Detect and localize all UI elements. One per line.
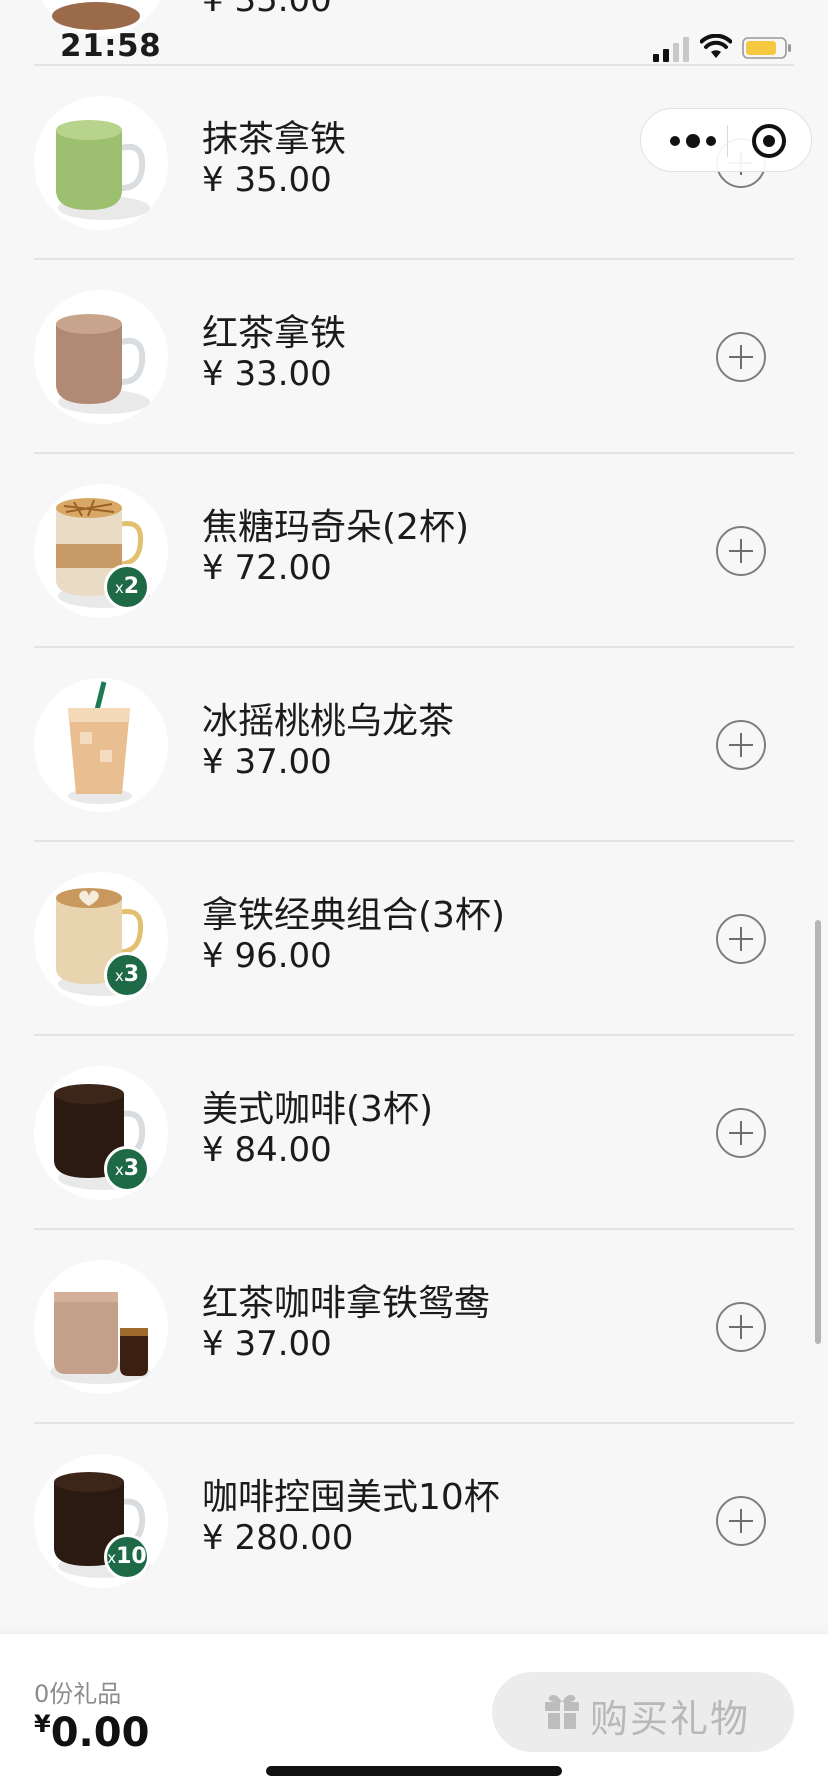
quantity-badge: x3: [104, 1146, 150, 1192]
wifi-icon: [700, 34, 732, 58]
screen: ¥ 35.00 21:58 抹茶拿铁 ¥ 35.00 红茶拿铁 ¥ 33.00 …: [0, 0, 828, 1792]
product-name: 拿铁经典组合(3杯): [202, 895, 505, 936]
product-item[interactable]: x3 拿铁经典组合(3杯) ¥ 96.00: [34, 840, 794, 1034]
product-price: ¥ 35.00: [202, 160, 332, 200]
product-name: 红茶咖啡拿铁鸳鸯: [202, 1283, 491, 1324]
americano-image: x3: [34, 1066, 168, 1200]
product-item[interactable]: x2 焦糖玛奇朵(2杯) ¥ 72.00: [34, 452, 794, 646]
product-name: 抹茶拿铁: [202, 119, 347, 160]
add-button[interactable]: [716, 332, 766, 382]
americano-10-image: x10: [34, 1454, 168, 1588]
tea-coffee-duo-image: [34, 1260, 168, 1394]
quantity-badge: x2: [104, 564, 150, 610]
status-bar: 21:58: [0, 0, 828, 64]
cellular-signal-icon: [653, 37, 689, 62]
gift-count: 0份礼品: [34, 1680, 122, 1708]
buy-gift-button[interactable]: 购买礼物: [492, 1672, 794, 1752]
home-indicator: [266, 1766, 562, 1776]
add-button[interactable]: [716, 1496, 766, 1546]
product-name: 美式咖啡(3杯): [202, 1089, 433, 1130]
product-price: ¥ 33.00: [202, 354, 332, 394]
caramel-macchiato-image: x2: [34, 484, 168, 618]
total-amount: 0.00: [50, 1710, 150, 1756]
battery-icon: [742, 37, 791, 59]
product-price: ¥ 37.00: [202, 742, 332, 782]
product-price: ¥ 96.00: [202, 936, 332, 976]
product-item[interactable]: 冰摇桃桃乌龙茶 ¥ 37.00: [34, 646, 794, 840]
quantity-badge: x10: [104, 1534, 150, 1580]
add-button[interactable]: [716, 1302, 766, 1352]
miniprogram-capsule: [640, 108, 812, 172]
more-icon[interactable]: [663, 121, 723, 161]
add-button[interactable]: [716, 1108, 766, 1158]
product-name: 冰摇桃桃乌龙茶: [202, 701, 455, 742]
product-name: 焦糖玛奇朵(2杯): [202, 507, 469, 548]
gift-icon: [545, 1694, 579, 1729]
buy-gift-label: 购买礼物: [590, 1697, 751, 1741]
iced-peach-oolong-image: [34, 678, 168, 812]
capsule-divider: [727, 125, 728, 157]
product-name: 咖啡控囤美式10杯: [202, 1477, 500, 1518]
add-button[interactable]: [716, 914, 766, 964]
product-item[interactable]: x3 美式咖啡(3杯) ¥ 84.00: [34, 1034, 794, 1228]
product-item[interactable]: 红茶咖啡拿铁鸳鸯 ¥ 37.00: [34, 1228, 794, 1422]
product-item[interactable]: x10 咖啡控囤美式10杯 ¥ 280.00: [34, 1422, 794, 1616]
scrollbar[interactable]: [815, 920, 821, 1344]
matcha-latte-image: [34, 96, 168, 230]
product-item[interactable]: 红茶拿铁 ¥ 33.00: [34, 258, 794, 452]
status-time: 21:58: [60, 28, 162, 64]
currency-symbol: ¥: [34, 1710, 51, 1738]
product-price: ¥ 84.00: [202, 1130, 332, 1170]
product-price: ¥ 72.00: [202, 548, 332, 588]
product-price: ¥ 280.00: [202, 1518, 354, 1558]
product-list: 抹茶拿铁 ¥ 35.00 红茶拿铁 ¥ 33.00 x2 焦糖玛奇朵(2杯) ¥…: [34, 64, 794, 1616]
add-button[interactable]: [716, 720, 766, 770]
add-button[interactable]: [716, 526, 766, 576]
quantity-badge: x3: [104, 952, 150, 998]
product-price: ¥ 37.00: [202, 1324, 332, 1364]
black-tea-latte-image: [34, 290, 168, 424]
product-name: 红茶拿铁: [202, 313, 347, 354]
total-price: ¥0.00: [34, 1710, 149, 1756]
latte-art-image: x3: [34, 872, 168, 1006]
close-miniprogram-icon[interactable]: [749, 121, 789, 161]
